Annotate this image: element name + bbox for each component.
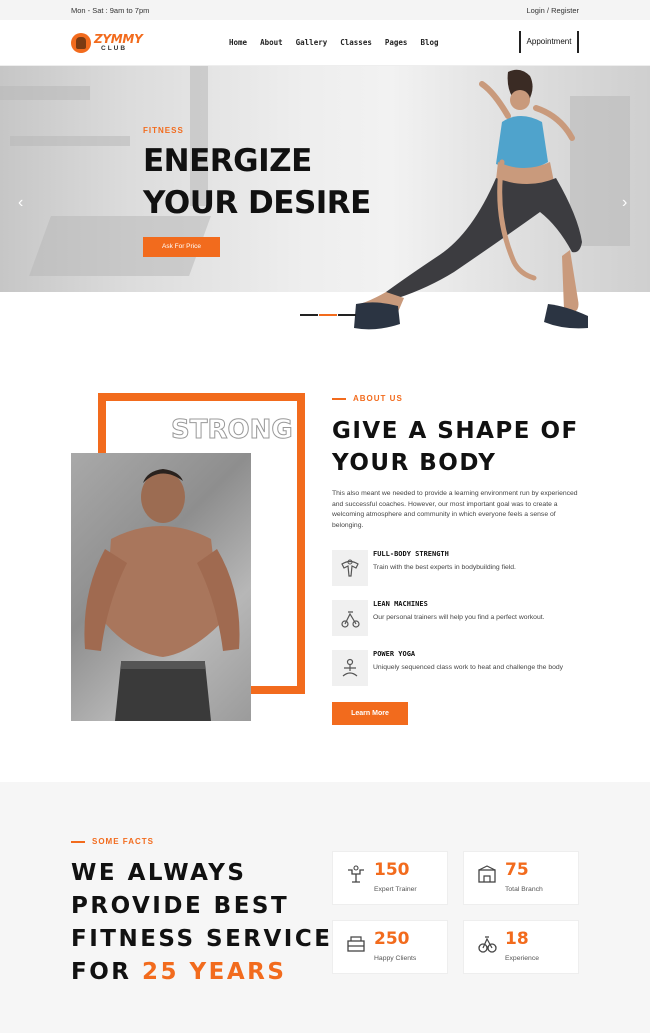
- facts-title-line: FITNESS SERVICE: [71, 926, 333, 952]
- stat-value: 250: [374, 929, 410, 949]
- about-title-line: YOUR BODY: [332, 450, 497, 476]
- facts-title-line: PROVIDE BEST: [71, 893, 290, 919]
- hero-tag: FITNESS: [143, 126, 184, 135]
- athlete-image: [354, 69, 588, 330]
- facts-title-highlight: 25 YEARS: [141, 959, 287, 985]
- about-description: This also meant we needed to provide a l…: [332, 490, 578, 529]
- bodybuilder-photo: [71, 453, 251, 721]
- feature-item: FULL-BODY STRENGTH Train with the best e…: [332, 550, 587, 588]
- logo-subtitle: CLUB: [101, 45, 128, 52]
- slider-dot[interactable]: [338, 314, 356, 316]
- tag-line-icon: [332, 397, 346, 400]
- stat-card: 150 Expert Trainer: [332, 851, 448, 905]
- about-title-line: GIVE A SHAPE OF: [332, 418, 579, 444]
- gym-equipment-shape: [10, 136, 130, 146]
- strength-icon: [332, 550, 368, 586]
- stat-label: Expert Trainer: [374, 886, 417, 893]
- slider-dot-active[interactable]: [319, 314, 337, 316]
- ask-price-button[interactable]: Ask For Price: [143, 237, 220, 257]
- about-title: GIVE A SHAPE OF YOUR BODY: [332, 415, 579, 479]
- stat-label: Total Branch: [505, 886, 543, 893]
- stat-value: 18: [505, 929, 529, 949]
- feature-title: POWER YOGA: [373, 650, 416, 658]
- stat-value: 75: [505, 860, 529, 880]
- feature-description: Our personal trainers will help you find…: [373, 614, 545, 621]
- facts-title-prefix: FOR: [71, 959, 142, 985]
- login-register-link[interactable]: Login / Register: [526, 6, 579, 15]
- nav-gallery[interactable]: Gallery: [296, 38, 328, 47]
- nav-blog[interactable]: Blog: [420, 38, 438, 47]
- about-tag-text: ABOUT US: [353, 394, 403, 403]
- chevron-left-icon[interactable]: ‹: [18, 194, 23, 212]
- logo[interactable]: ZYMMY CLUB: [71, 32, 151, 56]
- gym-equipment-shape: [0, 86, 90, 100]
- branch-icon: [478, 865, 496, 883]
- facts-tag: SOME FACTS: [71, 837, 154, 846]
- feature-item: POWER YOGA Uniquely sequenced class work…: [332, 650, 587, 688]
- stat-label: Happy Clients: [374, 955, 417, 962]
- about-us-tag: ABOUT US: [332, 394, 403, 403]
- main-nav: Home About Gallery Classes Pages Blog: [229, 38, 452, 47]
- opening-hours: Mon - Sat : 9am to 7pm: [71, 6, 150, 15]
- slider-dots: [300, 314, 356, 317]
- facts-tag-text: SOME FACTS: [92, 837, 155, 846]
- nav-pages[interactable]: Pages: [385, 38, 408, 47]
- feature-item: LEAN MACHINES Our personal trainers will…: [332, 600, 587, 638]
- clients-icon: [347, 936, 365, 952]
- facts-title: WE ALWAYS PROVIDE BEST FITNESS SERVICE F…: [71, 857, 332, 989]
- bike-machine-icon: [332, 600, 368, 636]
- facts-title-line: FOR 25 YEARS: [71, 956, 332, 989]
- site-header: ZYMMY CLUB Home About Gallery Classes Pa…: [0, 20, 650, 66]
- chevron-right-icon[interactable]: ›: [622, 194, 627, 212]
- nav-about[interactable]: About: [260, 38, 283, 47]
- appointment-button[interactable]: Appointment: [519, 31, 579, 53]
- stat-label: Experience: [505, 955, 540, 962]
- learn-more-button[interactable]: Learn More: [332, 702, 408, 725]
- trainer-icon: [348, 865, 364, 883]
- nav-classes[interactable]: Classes: [340, 38, 372, 47]
- feature-title: LEAN MACHINES: [373, 600, 428, 608]
- feature-description: Train with the best experts in bodybuild…: [373, 564, 516, 571]
- facts-title-line: WE ALWAYS: [71, 860, 247, 886]
- experience-icon: [478, 936, 497, 953]
- nav-home[interactable]: Home: [229, 38, 247, 47]
- stat-card: 250 Happy Clients: [332, 920, 448, 974]
- logo-name: ZYMMY: [94, 32, 143, 46]
- slider-dot[interactable]: [300, 314, 318, 316]
- yoga-icon: [332, 650, 368, 686]
- feature-description: Uniquely sequenced class work to heat an…: [373, 664, 564, 671]
- tag-line-icon: [71, 840, 85, 843]
- stat-card: 18 Experience: [463, 920, 579, 974]
- feature-title: FULL-BODY STRENGTH: [373, 550, 449, 558]
- logo-icon: [71, 33, 91, 53]
- about-image-block: STRONG: [71, 393, 305, 721]
- top-bar: Mon - Sat : 9am to 7pm Login / Register: [0, 0, 650, 20]
- stat-value: 150: [374, 860, 410, 880]
- stat-card: 75 Total Branch: [463, 851, 579, 905]
- strong-text: STRONG: [171, 415, 294, 446]
